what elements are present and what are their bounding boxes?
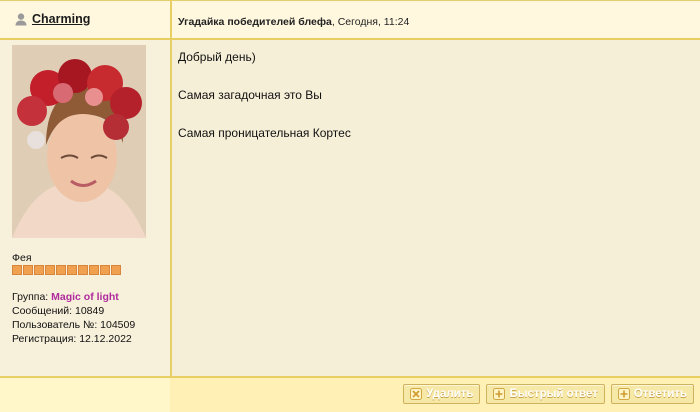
author-name: Charming [32,12,91,26]
column-divider [170,0,172,412]
user-number: Пользователь №: 104509 [12,319,136,331]
rank-star [56,265,66,275]
reply-button[interactable]: Ответить [610,384,694,404]
rank-star [111,265,121,275]
message-line: Самая проницательная Кортес [178,126,351,140]
group-label: Группа: [12,291,52,303]
action-buttons: Удалить Быстрый ответ Ответить [403,384,694,404]
delete-label: Удалить [426,388,474,400]
delete-button[interactable]: Удалить [403,384,481,404]
forum-post: Charming Угадайка победителей блефа, Сег… [0,0,700,412]
rank-star [23,265,33,275]
plus-icon [617,388,630,400]
profile-info: Группа: Magic of light Сообщений: 10849 … [12,290,135,346]
message-line: Самая загадочная это Вы [178,88,322,102]
rank-star [12,265,22,275]
avatar [12,45,146,238]
post-footer: Удалить Быстрый ответ Ответить [0,376,700,412]
group-value: Magic of light [51,291,119,303]
message-line: Добрый день) [178,50,256,64]
x-icon [410,388,423,400]
rank-star [34,265,44,275]
message-count: Сообщений: 10849 [12,305,105,317]
registration-date: Регистрация: 12.12.2022 [12,333,132,345]
rank-star [78,265,88,275]
group-line: Группа: Magic of light [12,290,135,304]
topic-line: Угадайка победителей блефа, Сегодня, 11:… [178,16,409,28]
author-link[interactable]: Charming [14,12,90,26]
message-body: Добрый день) Самая загадочная это Вы Сам… [178,48,678,162]
reply-label: Ответить [633,388,687,400]
topic-title[interactable]: Угадайка победителей блефа [178,16,332,28]
rank-star [67,265,77,275]
rank-star [89,265,99,275]
rank-stars [12,265,121,275]
plus-icon [493,388,506,400]
quick-reply-button[interactable]: Быстрый ответ [486,384,605,404]
user-icon [14,12,28,26]
quick-reply-label: Быстрый ответ [509,388,598,400]
post-time: Сегодня, 11:24 [337,16,410,28]
footer-left-cell [0,378,170,412]
rank-star [45,265,55,275]
user-rank: Фея [12,252,32,264]
rank-star [100,265,110,275]
